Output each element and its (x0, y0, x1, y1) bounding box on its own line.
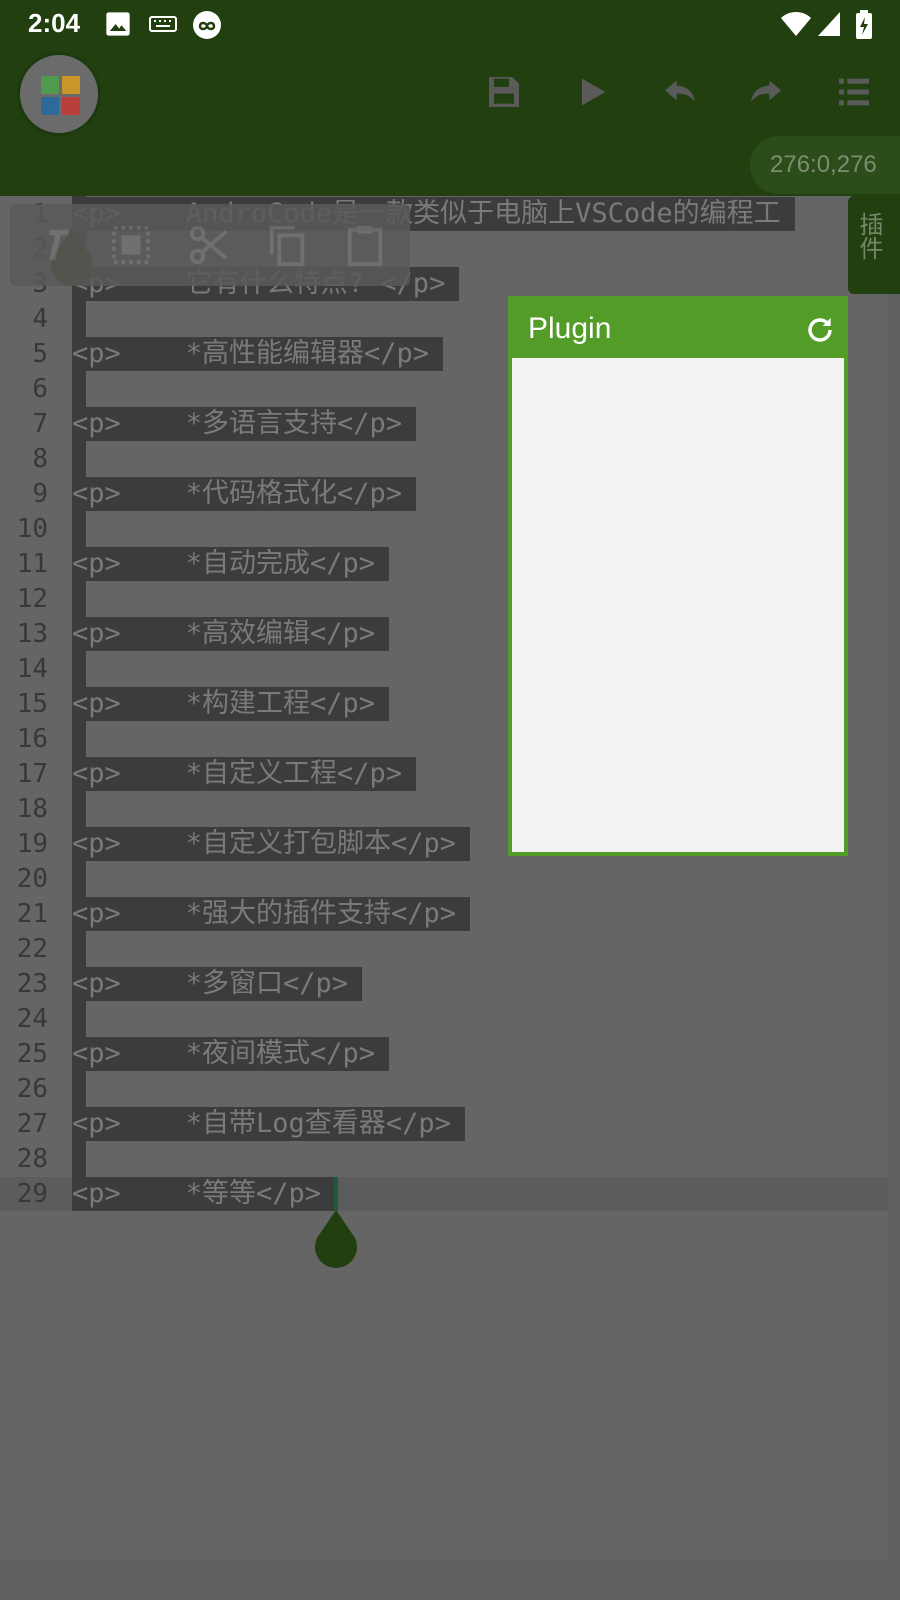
line-code: <p> *高效编辑</p> (72, 617, 390, 651)
line-code: <p> *代码格式化</p> (72, 477, 417, 511)
cut-icon[interactable] (186, 222, 232, 268)
line-number: 24 (16, 1004, 48, 1034)
line-code: <p> *高性能编辑器</p> (72, 337, 444, 371)
plugin-panel-title: Plugin (528, 312, 612, 345)
line-code: <p> *等等</p> (72, 1177, 336, 1211)
line-number: 26 (16, 1074, 48, 1104)
cursor-position: 276:0,276 (750, 136, 900, 194)
selection-end-handle[interactable] (313, 1210, 359, 1268)
line-number: 9 (32, 479, 48, 509)
editor-line[interactable]: 25 <p> *夜间模式</p> (0, 1037, 888, 1071)
line-number: 25 (16, 1039, 48, 1069)
line-code: <p> *多语言支持</p> (72, 407, 417, 441)
editor-line[interactable]: 21 <p> *强大的插件支持</p> (0, 897, 888, 931)
line-number: 4 (32, 304, 48, 334)
app-logo-icon[interactable] (17, 52, 101, 136)
line-number: 22 (16, 934, 48, 964)
scrollbar[interactable] (888, 196, 900, 1560)
line-number: 18 (16, 794, 48, 824)
refresh-icon[interactable] (804, 314, 836, 346)
toolbar (0, 48, 900, 138)
line-number: 5 (32, 339, 48, 369)
undo-icon[interactable] (660, 72, 700, 112)
line-code: <p> *自带Log查看器</p> (72, 1107, 465, 1141)
selection-action-bar (10, 204, 410, 286)
plugin-side-tab[interactable]: 插件 (848, 196, 900, 294)
infinity-icon (192, 10, 222, 40)
line-code: <p> *自定义工程</p> (72, 757, 417, 791)
line-code: <p> *强大的插件支持</p> (72, 897, 471, 931)
line-code: <p> *自定义打包脚本</p> (72, 827, 471, 861)
line-code: <p> *构建工程</p> (72, 687, 390, 721)
copy-icon[interactable] (264, 222, 310, 268)
line-number: 15 (16, 689, 48, 719)
line-number: 6 (32, 374, 48, 404)
status-bar: 2:04 (0, 0, 900, 48)
plugin-panel: Plugin (508, 296, 848, 856)
keyboard-icon (148, 10, 178, 38)
line-number: 11 (16, 549, 48, 579)
signal-icon (816, 10, 842, 38)
run-icon[interactable] (572, 72, 612, 112)
line-number: 8 (32, 444, 48, 474)
menu-icon[interactable] (834, 72, 874, 112)
line-number: 19 (16, 829, 48, 859)
editor-line[interactable]: 23 <p> *多窗口</p> (0, 967, 888, 1001)
editor-line[interactable]: 29 <p> *等等</p> (0, 1177, 888, 1211)
redo-icon[interactable] (746, 72, 786, 112)
line-number: 7 (32, 409, 48, 439)
editor-line[interactable]: 28 (0, 1142, 888, 1176)
line-number: 23 (16, 969, 48, 999)
wifi-icon (780, 10, 812, 38)
line-number: 12 (16, 584, 48, 614)
plugin-panel-header: Plugin (512, 300, 844, 358)
line-number: 10 (16, 514, 48, 544)
editor-line[interactable]: 27 <p> *自带Log查看器</p> (0, 1107, 888, 1141)
battery-charging-icon (854, 10, 874, 40)
bottom-strip (0, 1560, 900, 1600)
line-number: 28 (16, 1144, 48, 1174)
editor-line[interactable]: 22 (0, 932, 888, 966)
text-format-icon[interactable] (32, 222, 78, 268)
line-number: 29 (16, 1179, 48, 1209)
editor-line[interactable]: 20 (0, 862, 888, 896)
plugin-tab-label: 插件 (855, 212, 883, 260)
line-code: <p> *多窗口</p> (72, 967, 363, 1001)
line-number: 21 (16, 899, 48, 929)
status-time: 2:04 (28, 8, 81, 38)
line-number: 13 (16, 619, 48, 649)
line-number: 17 (16, 759, 48, 789)
line-number: 14 (16, 654, 48, 684)
line-code: <p> *夜间模式</p> (72, 1037, 390, 1071)
line-number: 27 (16, 1109, 48, 1139)
line-number: 16 (16, 724, 48, 754)
editor-line[interactable]: 26 (0, 1072, 888, 1106)
editor-line[interactable]: 24 (0, 1002, 888, 1036)
save-icon[interactable] (484, 72, 524, 112)
paste-icon[interactable] (342, 222, 388, 268)
select-all-icon[interactable] (108, 222, 154, 268)
text-caret (334, 1177, 338, 1211)
line-number: 20 (16, 864, 48, 894)
line-code: <p> *自动完成</p> (72, 547, 390, 581)
plugin-list (512, 358, 844, 852)
image-icon (104, 10, 132, 38)
